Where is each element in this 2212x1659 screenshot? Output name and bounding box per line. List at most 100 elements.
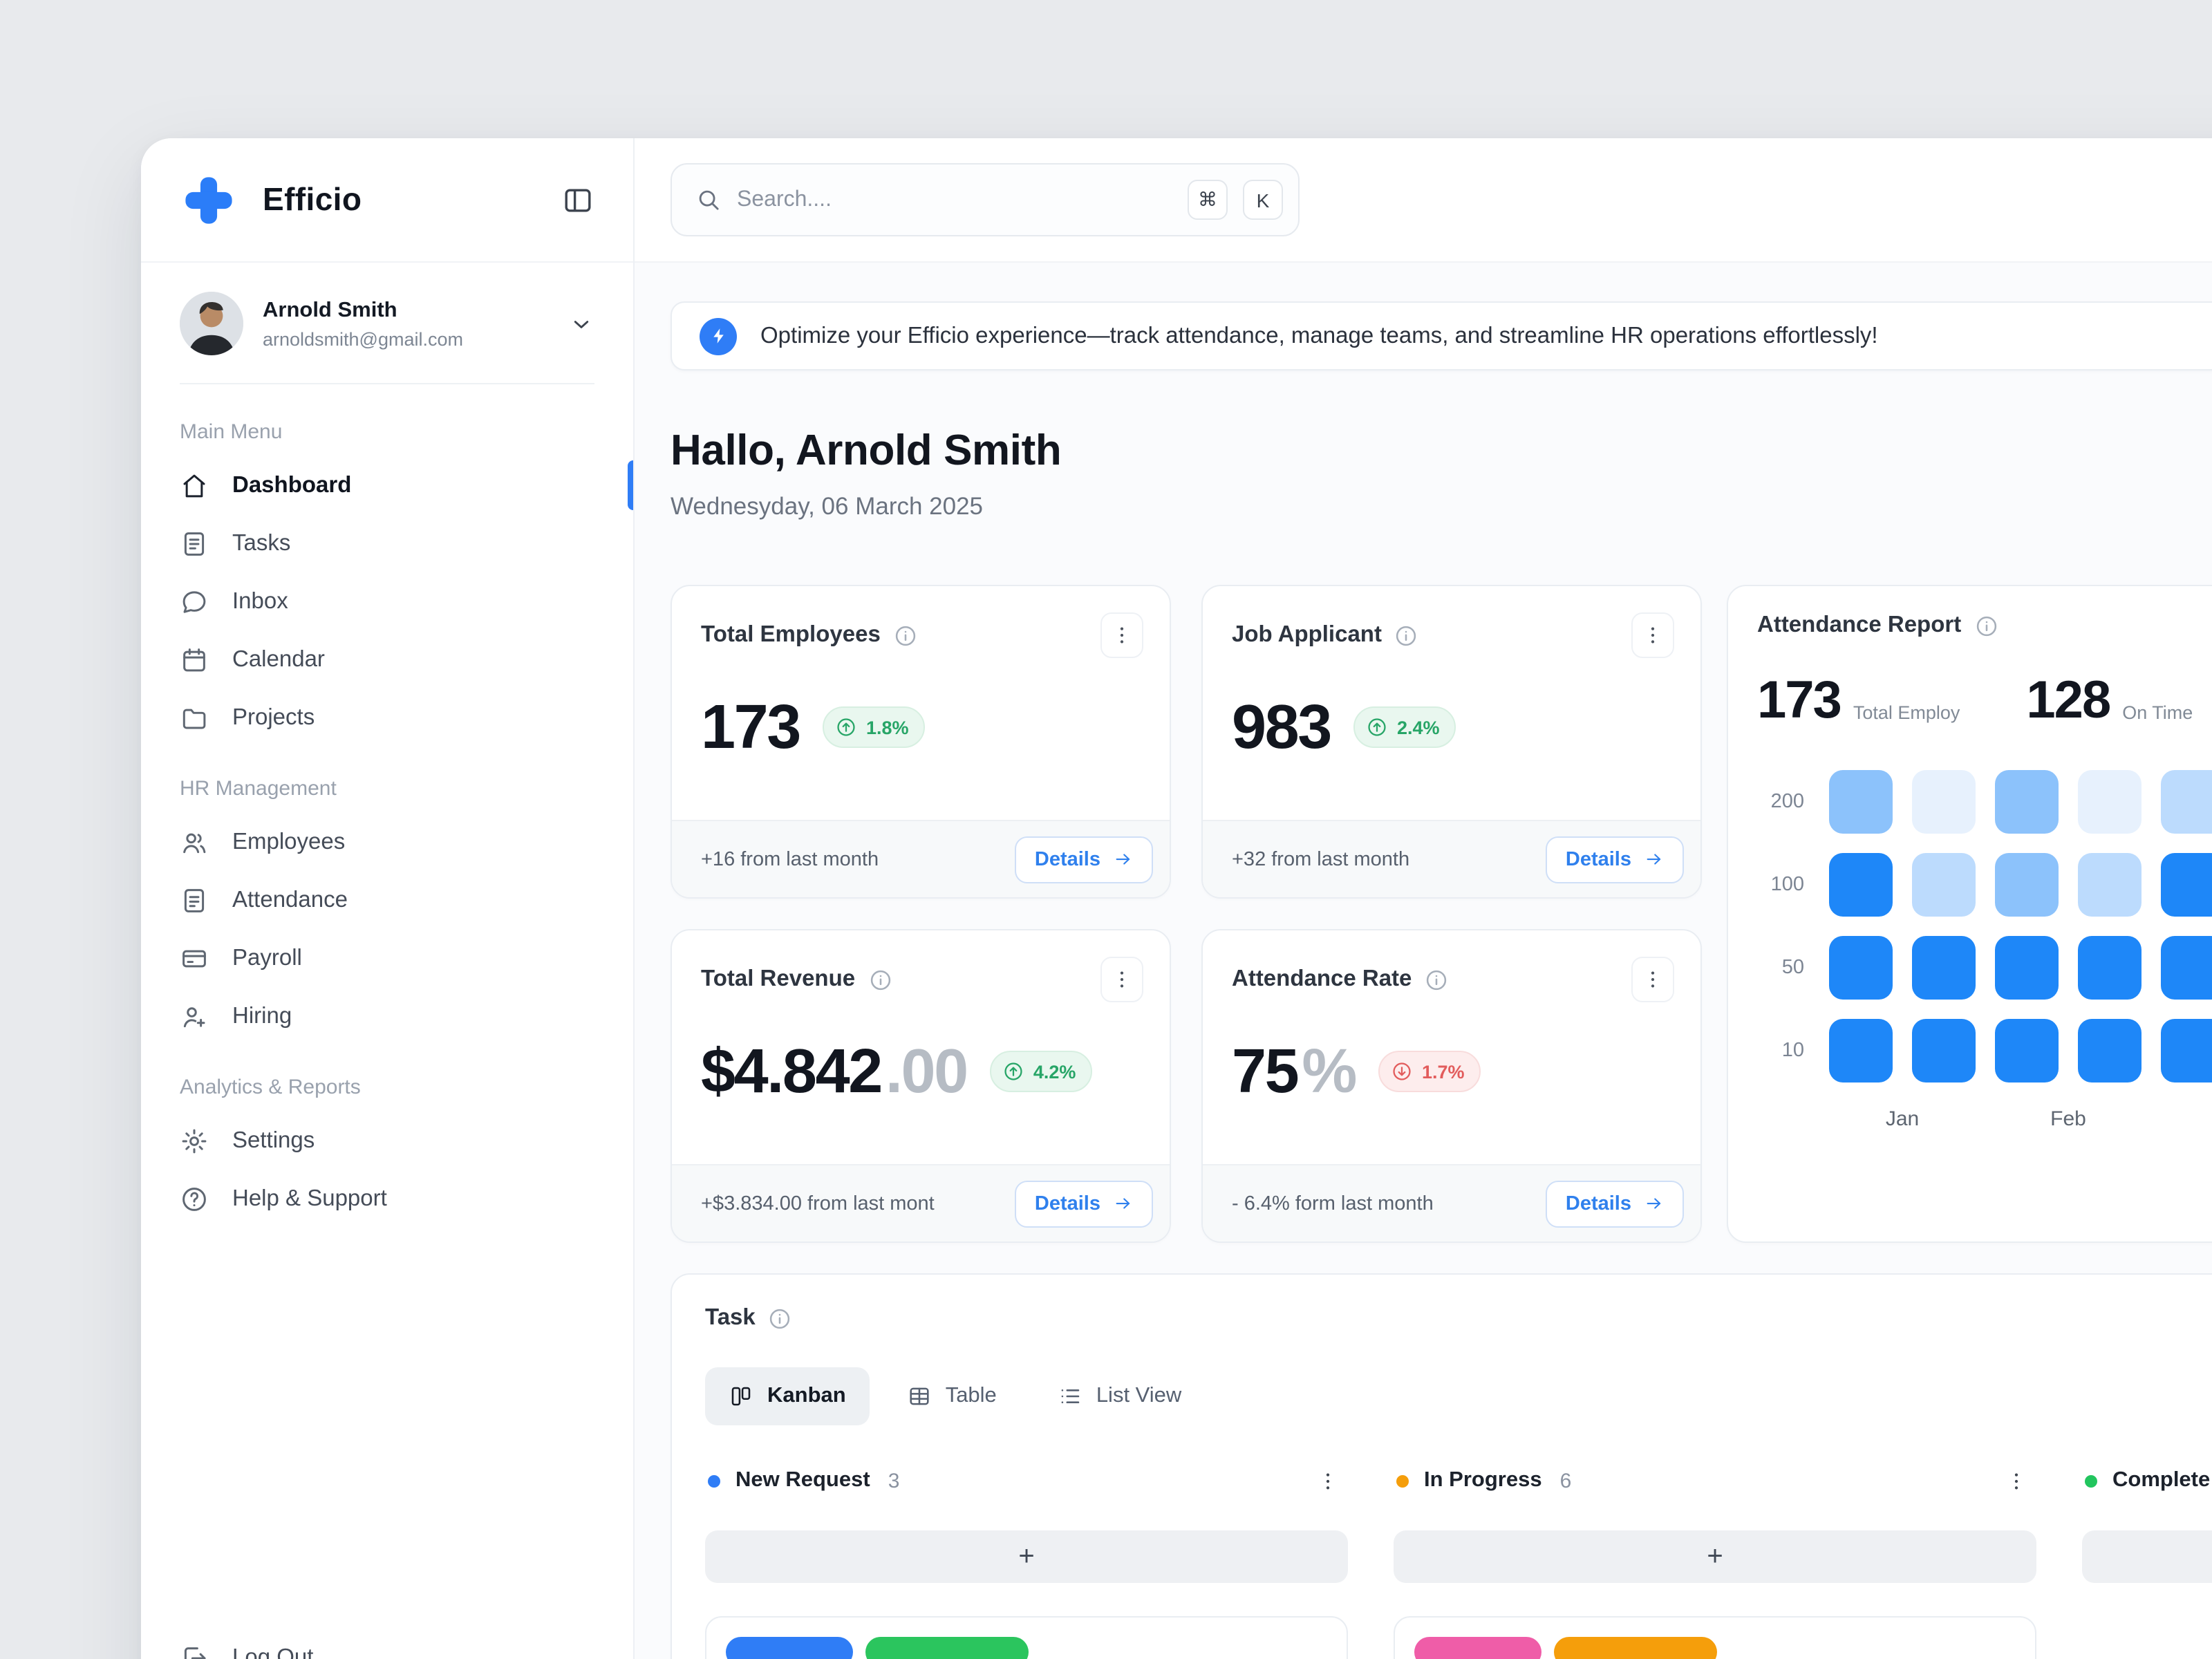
content: Optimize your Efficio experience—track a… <box>635 263 2212 1659</box>
task-card-item[interactable] <box>1394 1616 2036 1659</box>
heatmap-cell <box>1995 1019 2059 1082</box>
sidebar-item-help-support[interactable]: Help & Support <box>180 1170 594 1228</box>
trend-badge: 1.7% <box>1379 1051 1481 1092</box>
details-button[interactable]: Details <box>1015 836 1153 883</box>
sidebar-toggle-icon[interactable] <box>561 183 594 216</box>
stat-value: 173 <box>701 691 800 763</box>
kanban-column-header: In Progress 6 <box>1394 1464 2036 1497</box>
info-icon[interactable] <box>893 623 918 648</box>
info-icon[interactable] <box>868 967 892 992</box>
sidebar-item-employees[interactable]: Employees <box>180 813 594 871</box>
topbar: ⌘ K <box>635 138 2212 263</box>
stat-footnote: +$3.834.00 from last mont <box>701 1192 935 1215</box>
app-title: Efficio <box>263 181 536 218</box>
stat-value: 983 <box>1232 691 1331 763</box>
logout-button[interactable]: Log Out <box>180 1629 594 1659</box>
card-menu-button[interactable] <box>1631 612 1674 658</box>
user-profile[interactable]: Arnold Smith arnoldsmith@gmail.com <box>180 263 594 384</box>
kanban-column-new-request: New Request3+ <box>705 1464 1348 1659</box>
arrow-right-icon <box>1644 1193 1665 1214</box>
sidebar-item-hiring[interactable]: Hiring <box>180 987 594 1045</box>
stat-card-body: Total Employees1731.8% <box>672 586 1170 820</box>
tab-list-view[interactable]: List View <box>1034 1367 1206 1425</box>
task-card-item[interactable] <box>705 1616 1348 1659</box>
heatmap-cell <box>1829 1019 1893 1082</box>
info-icon[interactable] <box>1974 613 1998 638</box>
details-button[interactable]: Details <box>1546 1180 1684 1227</box>
heatmap-cell <box>2161 936 2212 1000</box>
heatmap-y-label: 10 <box>1757 1040 1810 1062</box>
attendance-heatmap: 2001005010JanFebMar <box>1757 770 2212 1131</box>
folder-icon <box>180 703 209 732</box>
add-task-button[interactable]: + <box>1394 1530 2036 1583</box>
info-icon[interactable] <box>1394 623 1419 648</box>
sidebar-header: Efficio <box>141 138 633 263</box>
sidebar-item-settings[interactable]: Settings <box>180 1112 594 1170</box>
sidebar-section-label: Analytics & Reports <box>180 1076 594 1099</box>
sidebar-item-label: Calendar <box>232 646 325 673</box>
kanban-board: New Request3+ In Progress 6 + Complete + <box>705 1464 2212 1659</box>
sidebar-item-tasks[interactable]: Tasks <box>180 514 594 572</box>
stat-value: 75% <box>1232 1035 1356 1107</box>
sidebar-item-calendar[interactable]: Calendar <box>180 630 594 688</box>
sidebar-item-inbox[interactable]: Inbox <box>180 572 594 630</box>
add-task-button[interactable]: + <box>705 1530 1348 1583</box>
heatmap-cell <box>2078 936 2141 1000</box>
kebab-icon <box>2004 1469 2027 1492</box>
sidebar-item-dashboard[interactable]: Dashboard <box>180 456 594 514</box>
search-input[interactable] <box>737 187 1172 212</box>
stat-title: Total Revenue <box>701 966 855 993</box>
info-icon[interactable] <box>768 1306 793 1331</box>
task-section: Task KanbanTableList View New Request3+I… <box>671 1273 2212 1659</box>
arrow-right-icon <box>1113 1193 1134 1214</box>
stat-card-total-revenue: Total Revenue$4.842.004.2% +$3.834.00 fro… <box>671 929 1171 1243</box>
shortcut-k-key: K <box>1243 180 1283 220</box>
stats-grid: Total Employees1731.8%+16 from last mont… <box>671 585 1702 1243</box>
summary-total-employees: 173 Total Employ <box>1757 672 1960 731</box>
column-title: In Progress <box>1424 1468 1542 1493</box>
sidebar-item-label: Employees <box>232 829 345 855</box>
settings-icon <box>180 1126 209 1155</box>
heatmap-cell <box>1995 853 2059 917</box>
column-menu-button[interactable] <box>1309 1464 1345 1497</box>
task-view-tabs: KanbanTableList View <box>705 1367 2212 1425</box>
kanban-column-header: Complete <box>2082 1464 2212 1497</box>
sidebar-item-label: Help & Support <box>232 1185 387 1212</box>
user-name: Arnold Smith <box>263 298 549 323</box>
logout-icon <box>180 1643 209 1659</box>
heatmap-cell <box>1829 936 1893 1000</box>
details-button[interactable]: Details <box>1015 1180 1153 1227</box>
card-menu-button[interactable] <box>1631 957 1674 1002</box>
home-icon <box>180 471 209 500</box>
column-count: 6 <box>1560 1469 1572 1492</box>
column-title: Complete <box>2112 1468 2210 1493</box>
announcement-banner: Optimize your Efficio experience—track a… <box>671 301 2212 371</box>
heatmap-cell <box>1912 1019 1976 1082</box>
sidebar-item-payroll[interactable]: Payroll <box>180 929 594 987</box>
tab-table[interactable]: Table <box>883 1367 1020 1425</box>
search-box[interactable]: ⌘ K <box>671 163 1300 236</box>
details-button[interactable]: Details <box>1546 836 1684 883</box>
info-icon[interactable] <box>1424 967 1449 992</box>
payroll-icon <box>180 944 209 973</box>
heatmap-cell <box>2078 770 2141 834</box>
heatmap-cell <box>1912 770 1976 834</box>
column-status-dot <box>2085 1474 2097 1487</box>
stat-card-body: Job Applicant9832.4% <box>1203 586 1700 820</box>
column-menu-button[interactable] <box>1998 1464 2034 1497</box>
tab-kanban[interactable]: Kanban <box>705 1367 870 1425</box>
heatmap-x-label: Feb <box>2050 1107 2086 1131</box>
card-menu-button[interactable] <box>1100 612 1143 658</box>
card-menu-button[interactable] <box>1100 957 1143 1002</box>
arrow-down-circle-icon <box>1391 1060 1414 1082</box>
heatmap-y-label: 100 <box>1757 874 1810 896</box>
stat-card-body: Total Revenue$4.842.004.2% <box>672 930 1170 1164</box>
kebab-icon <box>1641 968 1665 991</box>
kebab-icon <box>1110 624 1134 647</box>
add-task-button[interactable]: + <box>2082 1530 2212 1583</box>
arrow-right-icon <box>1113 849 1134 870</box>
sidebar-item-attendance[interactable]: Attendance <box>180 871 594 929</box>
sidebar-item-projects[interactable]: Projects <box>180 688 594 747</box>
heatmap-cell <box>1995 770 2059 834</box>
sidebar-item-label: Settings <box>232 1127 315 1154</box>
